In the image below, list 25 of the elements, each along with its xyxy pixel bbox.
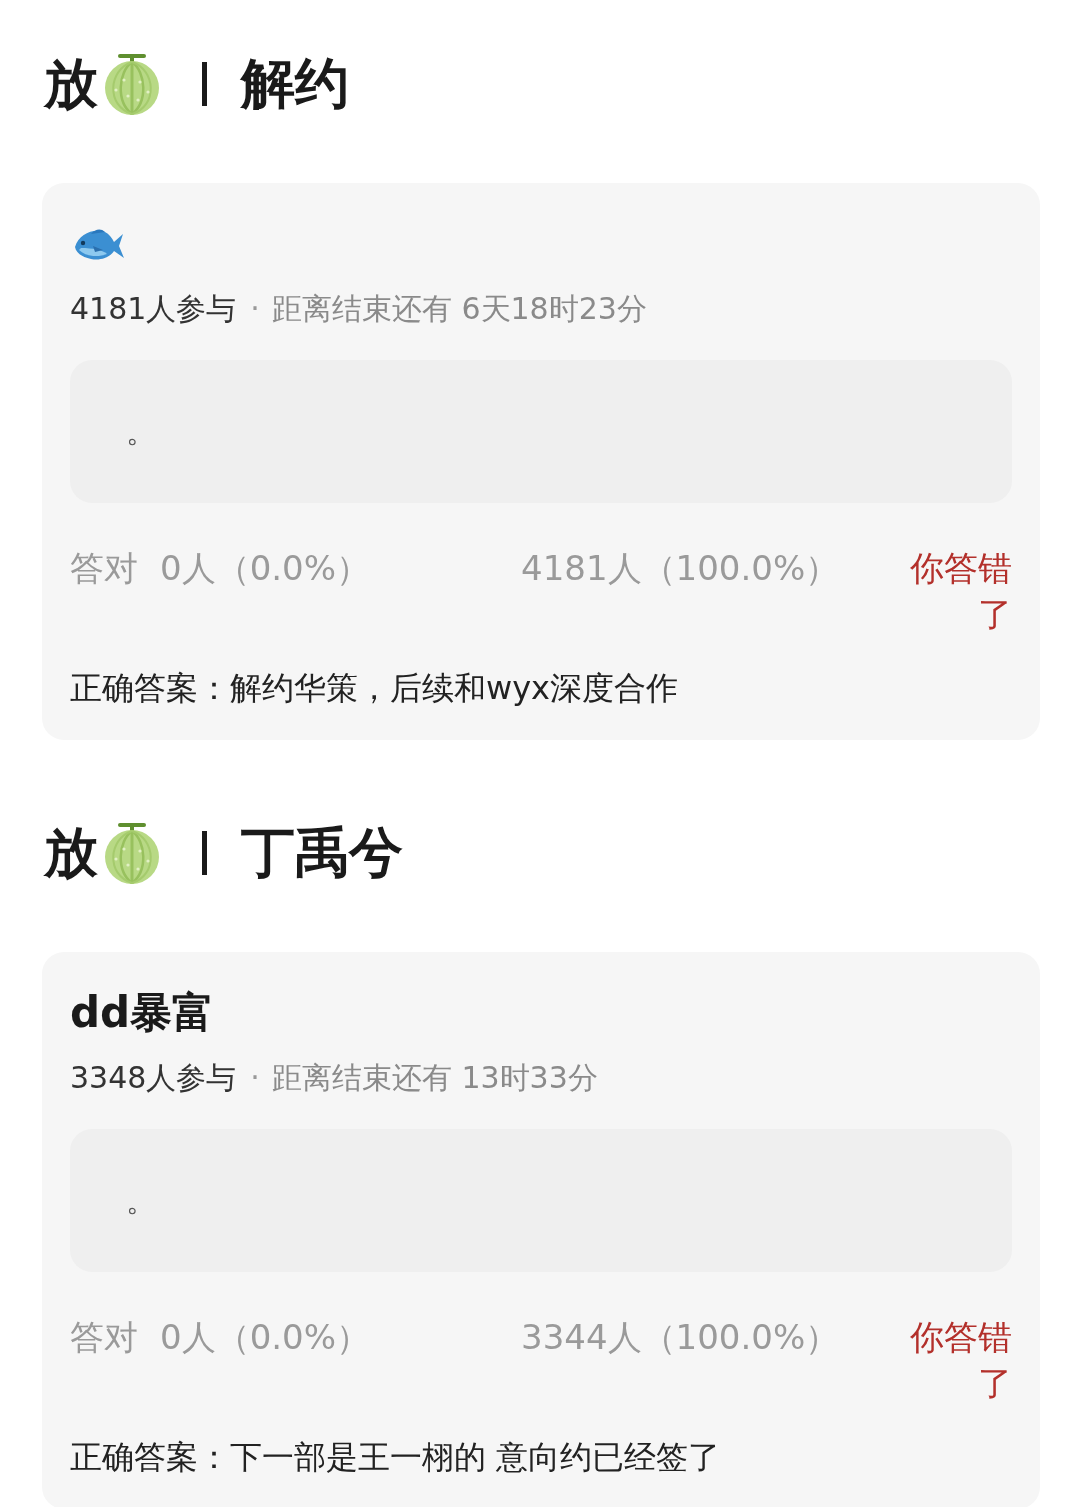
wrong-count: 3344人（100.0%） (521, 1316, 840, 1359)
correct-answer: 正确答案：解约华策，后续和wyx深度合作 (70, 668, 680, 709)
option-text: 。 (126, 1181, 156, 1220)
correct-answer: 正确答案：下一部是王一栩的 意向约已经签了 (70, 1437, 722, 1478)
melon-icon (102, 52, 162, 116)
correct-count: 0人（0.0%） (160, 547, 370, 590)
header-title: 解约 (241, 52, 349, 116)
countdown-text: 距离结束还有 13时33分 (271, 1059, 598, 1097)
wrong-count: 4181人（100.0%） (521, 547, 840, 590)
header-prefix: 放 (44, 52, 98, 116)
option-text: 。 (126, 412, 156, 451)
separator-dot: · (250, 290, 260, 328)
result-text: 你答错了 (909, 1316, 1012, 1405)
participant-count: 4181人参与 (70, 290, 237, 328)
participant-count: 3348人参与 (70, 1059, 237, 1097)
header-prefix: 放 (44, 821, 98, 885)
correct-label: 答对 (70, 1316, 138, 1359)
question-title: dd暴富 (70, 988, 215, 1038)
countdown-text: 距离结束还有 6天18时23分 (271, 290, 647, 328)
melon-icon (102, 821, 162, 885)
header-title: 丁禹兮 (241, 821, 403, 885)
separator-dot: · (250, 1059, 260, 1097)
correct-label: 答对 (70, 547, 138, 590)
correct-count: 0人（0.0%） (160, 1316, 370, 1359)
result-text: 你答错了 (909, 547, 1012, 636)
